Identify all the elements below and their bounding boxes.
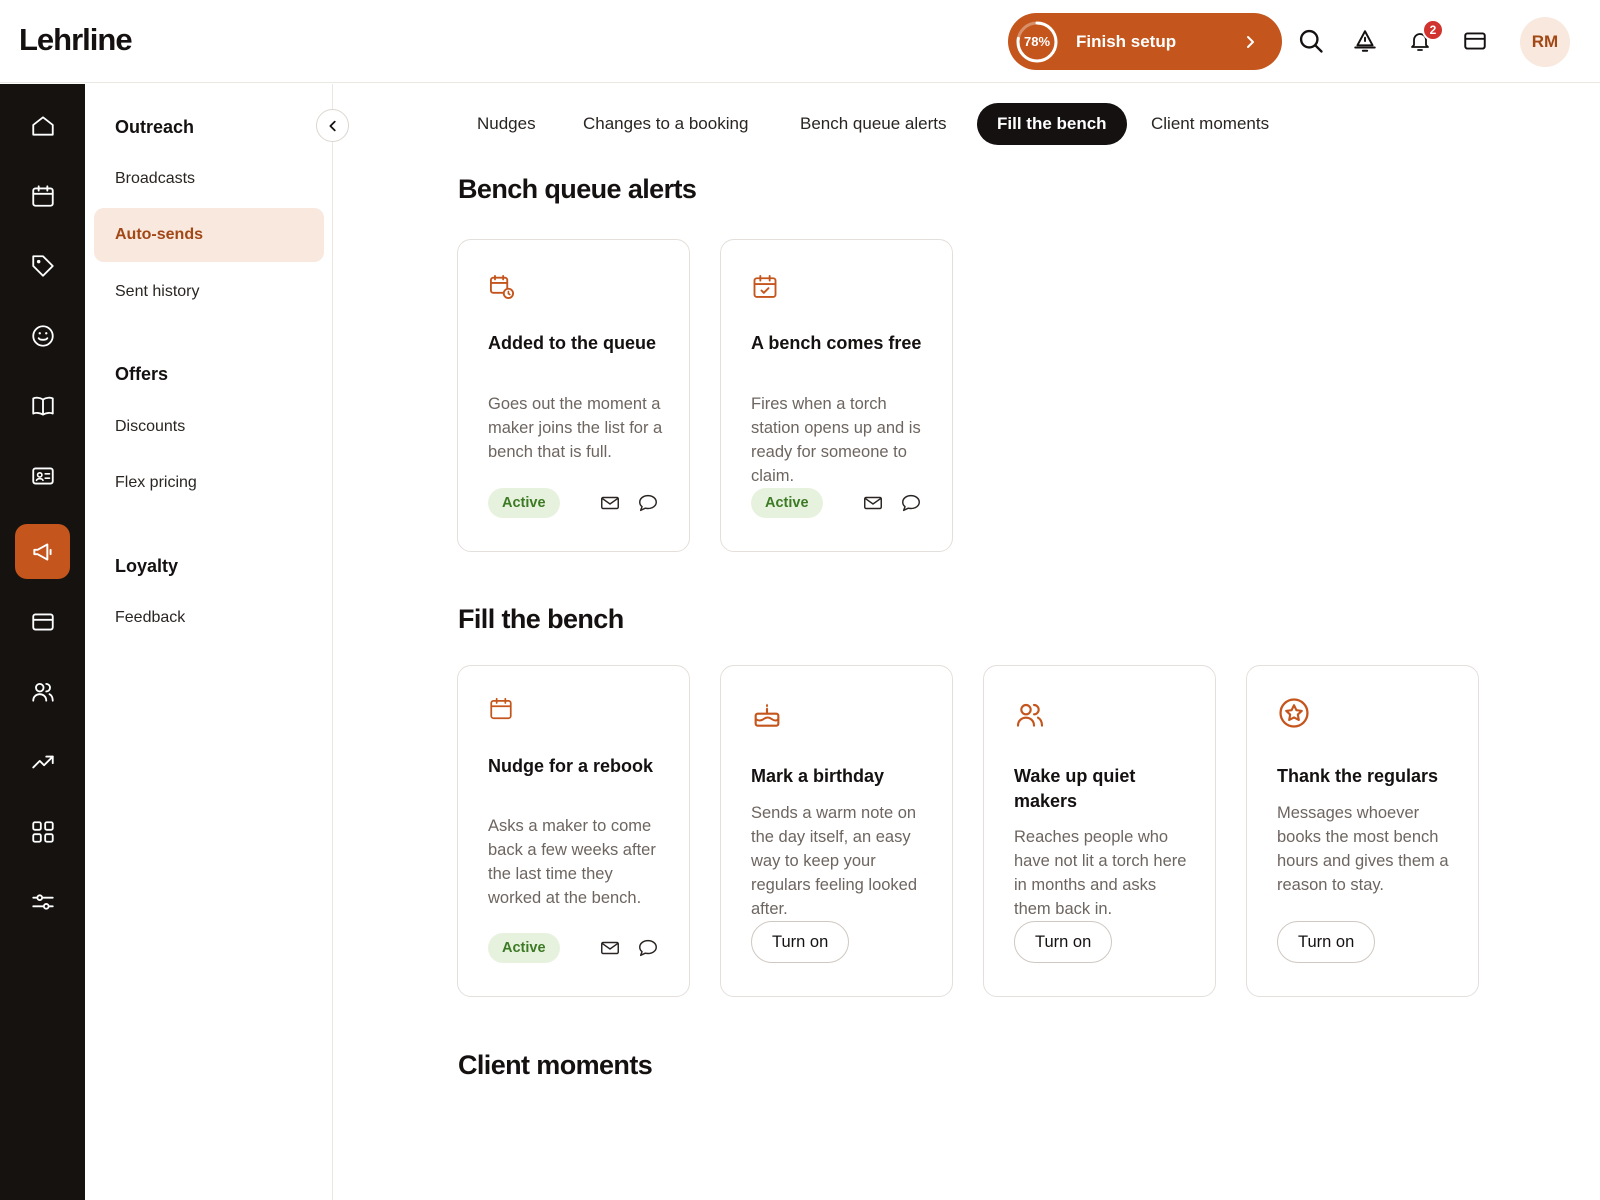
card-description: Asks a maker to come back a few weeks af… — [488, 817, 656, 907]
nav-group-outreach: Outreach — [115, 117, 195, 137]
tab-fill-the-bench[interactable]: Fill the bench — [977, 103, 1127, 145]
calendar-clock-icon — [488, 270, 522, 304]
alert-bell-icon[interactable] — [1348, 24, 1382, 58]
rail-calendar-icon[interactable] — [15, 168, 70, 223]
section-title-client-moments: Client moments — [458, 1050, 653, 1080]
nav-item-flex-pricing[interactable]: Flex pricing — [94, 456, 324, 510]
search-icon[interactable] — [1294, 24, 1328, 58]
rail-smile-icon[interactable] — [15, 308, 70, 363]
sms-channel-icon — [637, 492, 659, 514]
turn-on-button[interactable]: Turn on — [1014, 921, 1113, 963]
card-nudge-rebook[interactable]: Nudge for a rebook Asks a maker to come … — [457, 665, 690, 997]
card-mark-birthday[interactable]: Mark a birthday Sends a warm note on the… — [720, 665, 953, 997]
setup-progress-ring: 78% — [1014, 19, 1060, 65]
card-title: Wake up quiet makers — [1014, 766, 1136, 811]
user-avatar[interactable]: RM — [1520, 17, 1570, 67]
card-footer: Active — [751, 488, 922, 518]
rail-megaphone-icon[interactable] — [15, 524, 70, 579]
status-badge: Active — [488, 488, 560, 518]
card-footer: Active — [488, 933, 659, 963]
card-thank-regulars[interactable]: Thank the regulars Messages whoever book… — [1246, 665, 1479, 997]
setup-progress-value: 78% — [1023, 33, 1051, 49]
turn-on-button[interactable]: Turn on — [1277, 921, 1376, 963]
billing-card-icon[interactable] — [1458, 24, 1492, 58]
card-description: Fires when a torch station opens up and … — [751, 395, 921, 485]
app-logo[interactable]: Lehrline — [19, 22, 133, 58]
card-footer: Active — [488, 488, 659, 518]
card-title: Mark a birthday — [751, 766, 885, 786]
email-channel-icon — [599, 492, 621, 514]
section-title-fill-the-bench: Fill the bench — [458, 604, 624, 634]
rail-trend-icon[interactable] — [15, 734, 70, 789]
card-description: Messages whoever books the most bench ho… — [1277, 804, 1449, 894]
finish-setup-label: Finish setup — [1076, 31, 1177, 51]
icon-rail — [0, 84, 85, 1200]
rail-id-card-icon[interactable] — [15, 448, 70, 503]
card-description: Goes out the moment a maker joins the li… — [488, 395, 663, 461]
top-bar: Lehrline 78% Finish setup 2 RM — [0, 0, 1600, 83]
rail-tag-icon[interactable] — [15, 238, 70, 293]
rail-home-icon[interactable] — [15, 98, 70, 153]
sms-channel-icon — [900, 492, 922, 514]
turn-on-button[interactable]: Turn on — [751, 921, 850, 963]
users-icon — [1014, 698, 1048, 732]
nav-item-feedback[interactable]: Feedback — [94, 591, 324, 645]
tab-nudges[interactable]: Nudges — [457, 103, 556, 145]
email-channel-icon — [862, 492, 884, 514]
chevron-left-icon — [329, 120, 336, 131]
rail-card-icon[interactable] — [15, 594, 70, 649]
card-title: Thank the regulars — [1277, 766, 1439, 786]
tab-changes-to-a-booking[interactable]: Changes to a booking — [563, 103, 768, 145]
card-wake-quiet-makers[interactable]: Wake up quiet makers Reaches people who … — [983, 665, 1216, 997]
finish-setup-button[interactable]: 78% Finish setup — [1008, 13, 1282, 70]
card-description: Reaches people who have not lit a torch … — [1014, 828, 1187, 918]
notification-count-badge: 2 — [1422, 19, 1444, 41]
status-badge: Active — [751, 488, 823, 518]
tab-bench-queue-alerts[interactable]: Bench queue alerts — [780, 103, 967, 145]
nav-group-loyalty: Loyalty — [115, 556, 179, 576]
card-title: Nudge for a rebook — [488, 756, 654, 776]
rail-grid-icon[interactable] — [15, 804, 70, 859]
section-title-bench-queue-alerts: Bench queue alerts — [458, 174, 697, 204]
card-description: Sends a warm note on the day itself, an … — [751, 804, 918, 918]
rail-book-icon[interactable] — [15, 378, 70, 433]
collapse-nav-button[interactable] — [316, 109, 349, 142]
chevron-right-icon — [1242, 34, 1258, 50]
card-bench-comes-free[interactable]: A bench comes free Fires when a torch st… — [720, 239, 953, 552]
rail-users-icon[interactable] — [15, 664, 70, 719]
status-badge: Active — [488, 933, 560, 963]
nav-group-offers: Offers — [115, 364, 169, 384]
nav-item-sent-history[interactable]: Sent history — [94, 265, 324, 319]
card-title: Added to the queue — [488, 333, 656, 353]
star-icon — [1277, 696, 1311, 730]
calendar-check-icon — [751, 270, 785, 304]
card-title: A bench comes free — [751, 333, 922, 353]
sms-channel-icon — [637, 937, 659, 959]
rail-sliders-icon[interactable] — [15, 874, 70, 929]
nav-item-broadcasts[interactable]: Broadcasts — [94, 152, 324, 206]
nav-item-discounts[interactable]: Discounts — [94, 400, 324, 454]
nav-item-auto-sends[interactable]: Auto-sends — [94, 208, 324, 262]
tab-client-moments[interactable]: Client moments — [1131, 103, 1289, 145]
email-channel-icon — [599, 937, 621, 959]
card-added-to-queue[interactable]: Added to the queue Goes out the moment a… — [457, 239, 690, 552]
calendar-icon — [488, 692, 522, 726]
cake-icon — [751, 698, 785, 732]
